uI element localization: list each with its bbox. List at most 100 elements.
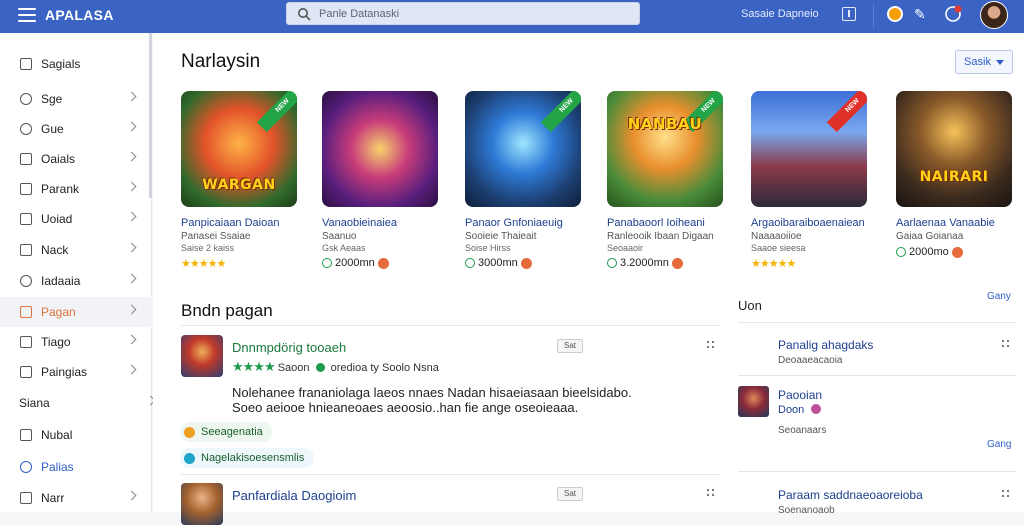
more-icon[interactable] [707,489,715,497]
divider [738,322,1016,323]
sidebar-item-siana[interactable]: Siana [0,388,156,418]
rating-stars: ★★★★★ [181,258,226,270]
list-item[interactable]: Dnnmpdörig tooaeh ★★★★ Saoon oredioa ty … [181,335,721,379]
currency-icon [607,258,617,268]
right-panel-item[interactable]: Paraam saddnaeoaoreioba Soenanoaob [738,485,1016,516]
game-name[interactable]: Vanaobieinaiea [322,217,447,229]
tag-chip[interactable]: Nagelakisoesensmlis [180,448,315,468]
app-brand[interactable]: APALASA [45,7,114,23]
description-line: Soeo aeiooe hnieaneoaes aeoosio..han fie… [232,400,579,415]
list-title: Bndn pagan [181,301,273,320]
sidebar-item-parank[interactable]: Parank [0,174,152,204]
meta-detail: oredioa ty Soolo Nsna [330,362,439,374]
sort-label: Sasik [964,56,991,68]
game-name[interactable]: Panabaoorl Ioiheani [607,217,732,229]
sidebar-item-pagan[interactable]: Pagan [0,297,152,327]
game-card[interactable]: Vanaobieinaiea Saanuo Gsk Aeaas 2000mn [322,91,447,269]
game-cover-image: NEW [751,91,867,207]
cover-title: NAIRARI [919,169,989,185]
tag-chip[interactable]: Seeagenatia [180,422,273,442]
right-panel-item[interactable]: Paooian Doon Seoanaars [738,385,1016,441]
more-icon[interactable] [707,341,715,349]
game-card[interactable]: NEW WARGAN Panpicaiaan Daioan Panasei Ss… [181,91,306,270]
sidebar-item-uoiad[interactable]: Uoiad [0,204,152,234]
square-icon [20,213,32,225]
cover-title: WARGAN [202,177,276,193]
price-value: 3000mn [478,257,518,269]
right-item-sub-label: Doon [778,404,805,416]
right-panel-link[interactable]: Gany [987,291,1011,302]
game-meta: Saaoe sieesa [751,243,806,253]
bag-icon [20,58,32,70]
divider [873,4,874,28]
price-value: 2000mo [909,246,949,258]
globe-icon [20,93,32,105]
right-item-title[interactable]: Paooian [778,388,822,402]
price: 3.2000mn [607,257,732,269]
notification-icon[interactable] [887,6,903,22]
sidebar-item-label: Parank [41,182,80,196]
sidebar-item-narr[interactable]: Narr [0,483,152,513]
chevron-right-icon [126,242,137,253]
chevron-right-icon [126,334,137,345]
sidebar-item-sge[interactable]: Sge [0,84,152,114]
featured-title: Narlaysin [181,51,261,72]
chat-icon[interactable] [944,5,962,23]
top-link[interactable]: Sasaie Dapneio [741,8,819,20]
avatar[interactable] [980,1,1008,29]
sidebar-item-tiago[interactable]: Tiago [0,327,152,357]
game-name[interactable]: Argaoibaraiboaenaiean [751,217,876,229]
coin-icon [520,257,532,269]
sidebar-item-label: Gue [41,122,64,136]
right-item-title[interactable]: Paraam saddnaeoaoreioba [778,488,923,502]
search-box[interactable] [286,2,640,25]
list-item-title[interactable]: Panfardiala Daogioim [232,488,356,503]
pen-icon[interactable]: ✎ [914,6,926,23]
coin-icon [811,404,822,414]
game-name[interactable]: Panpicaiaan Daioan [181,217,306,229]
sidebar-item-label: Nubal [41,428,73,442]
currency-icon [465,258,475,268]
description: Nolehanee frananiolaga laeos nnaes Nadan… [232,385,632,415]
sidebar-item-paingias[interactable]: Paingias [0,357,152,387]
sidebar-item-palias[interactable]: Palias [0,452,152,482]
sidebar-item-label: Siana [19,396,50,410]
list-item-title[interactable]: Dnnmpdörig tooaeh [232,340,346,355]
game-card[interactable]: NAIRARI Aarlaenaa Vanaabie Gaiaa Goianaa… [896,91,1021,258]
game-name[interactable]: Panaor Gnfoniaeuig [465,217,590,229]
sidebar-item-gue[interactable]: Gue [0,114,152,144]
right-item-title[interactable]: Panalig ahagdaks [778,338,873,352]
more-icon[interactable] [1002,340,1012,348]
sidebar-item-nubal[interactable]: Nubal [0,420,152,450]
game-name[interactable]: Aarlaenaa Vanaabie [896,217,1021,229]
sidebar-item-oaials[interactable]: Oaials [0,144,152,174]
list-icon [20,366,32,378]
game-card[interactable]: NEW NANBAU Panabaoorl Ioiheani Ranleooik… [607,91,732,269]
chevron-right-icon [126,364,137,375]
apps-icon[interactable] [842,7,856,21]
chevron-right-icon [126,273,137,284]
sidebar-item-sagials[interactable]: Sagials [0,49,152,79]
right-panel-title: Uon [738,298,762,313]
rating-stars: ★★★★★ [751,258,796,270]
price: 3000mn [465,257,590,269]
game-card[interactable]: NEW Argaoibaraiboaenaiean Naaaaoiioe Saa… [751,91,876,270]
currency-icon [322,258,332,268]
sidebar-item-label: Iadaaia [41,274,81,288]
main-content: Narlaysin Sasik NEW WARGAN Panpicaiaan D… [153,33,1024,525]
sort-button[interactable]: Sasik [955,50,1013,74]
list-item-meta: ★★★★ Saoon oredioa ty Soolo Nsna [232,359,439,375]
sidebar-item-label: Paingias [41,365,88,379]
sidebar-item-iadaaia[interactable]: Iadaaia [0,266,152,296]
right-panel-link[interactable]: Gang [987,439,1011,450]
search-input[interactable] [319,7,619,20]
list-item[interactable]: Panfardiala Daogioim Sat [181,483,721,525]
right-panel-item[interactable]: Panalig ahagdaks Deoaaeacaoia [738,336,1016,370]
chevron-right-icon [126,151,137,162]
coin-icon [671,257,683,269]
menu-icon[interactable] [18,8,36,22]
more-icon[interactable] [1002,490,1012,498]
sidebar-item-nack[interactable]: Nack [0,235,152,265]
divider [738,375,1016,376]
game-card[interactable]: NEW Panaor Gnfoniaeuig Sooieie Thaieait … [465,91,590,269]
